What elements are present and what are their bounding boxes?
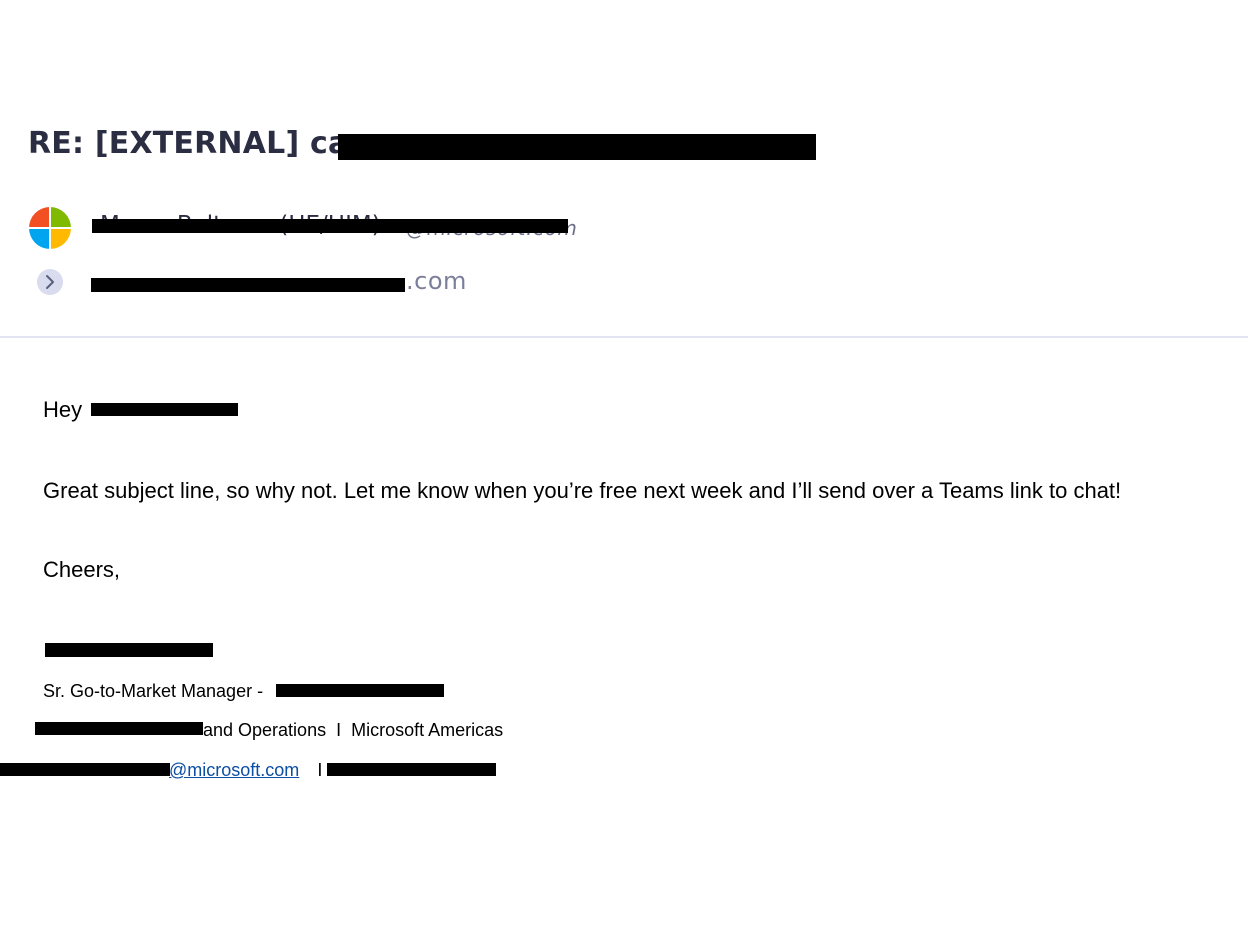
redaction-bar	[91, 403, 238, 416]
contact-separator: I	[317, 760, 323, 780]
signature-email-domain: @microsoft.com	[169, 760, 300, 780]
header-divider	[0, 336, 1248, 338]
redaction-bar	[0, 763, 170, 776]
expand-recipients-button[interactable]	[37, 269, 63, 295]
redaction-bar	[45, 643, 213, 657]
redaction-bar	[327, 763, 496, 776]
signature-department-suffix: and Operations I Microsoft Americas	[203, 720, 504, 740]
redaction-bar	[338, 134, 816, 160]
greeting: Hey	[43, 397, 83, 422]
signature-title: Sr. Go-to-Market Manager -	[43, 681, 263, 702]
chevron-right-icon	[46, 275, 54, 289]
redaction-bar	[276, 684, 444, 697]
greeting-line: Hey	[43, 397, 82, 423]
redaction-bar	[91, 278, 405, 292]
body-paragraph: Great subject line, so why not. Let me k…	[43, 478, 1122, 503]
redaction-bar	[92, 219, 568, 233]
email-subject: RE: [EXTERNAL] can	[28, 126, 371, 161]
redaction-bar	[35, 722, 203, 735]
signature-title-prefix: Sr. Go-to-Market Manager -	[43, 681, 264, 701]
microsoft-logo-icon	[29, 207, 71, 249]
closing-line: Cheers,	[43, 557, 121, 582]
recipient-domain: .com	[406, 267, 467, 295]
